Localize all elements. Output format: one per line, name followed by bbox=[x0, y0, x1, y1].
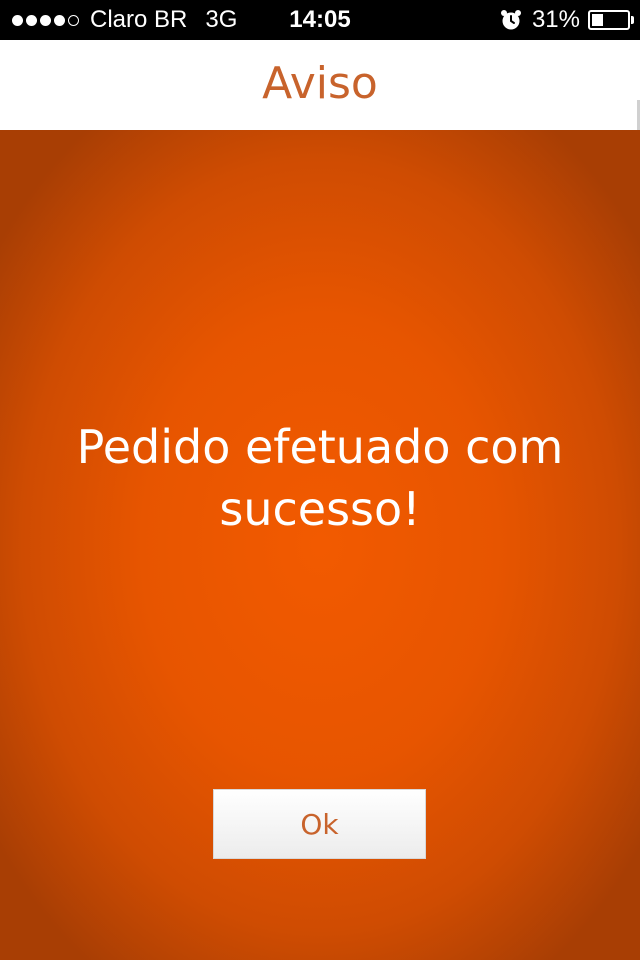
signal-dot bbox=[54, 14, 65, 26]
nav-header: Aviso bbox=[0, 40, 640, 130]
status-right: 31% bbox=[500, 0, 634, 40]
battery-icon bbox=[588, 10, 634, 30]
signal-dot bbox=[40, 14, 51, 26]
screen: Claro BR 3G 14:05 31% Aviso Pedido efetu… bbox=[0, 0, 640, 960]
carrier-name: Claro BR bbox=[90, 6, 188, 33]
alert-panel: Pedido efetuado com sucesso! Ok bbox=[0, 130, 640, 960]
signal-strength-icon bbox=[12, 14, 82, 26]
alert-message: Pedido efetuado com sucesso! bbox=[76, 420, 564, 536]
signal-dot bbox=[12, 14, 23, 26]
signal-dot-empty bbox=[68, 14, 79, 26]
battery-percent: 31% bbox=[531, 6, 580, 33]
page-title: Aviso bbox=[262, 58, 378, 109]
alarm-clock-icon bbox=[500, 9, 522, 31]
ok-button[interactable]: Ok bbox=[213, 789, 426, 859]
status-bar: Claro BR 3G 14:05 31% bbox=[0, 0, 640, 40]
battery-nub bbox=[631, 16, 634, 24]
signal-dot bbox=[26, 14, 37, 26]
status-left: Claro BR 3G bbox=[12, 0, 237, 40]
battery-fill bbox=[592, 14, 603, 26]
network-type: 3G bbox=[205, 6, 238, 33]
